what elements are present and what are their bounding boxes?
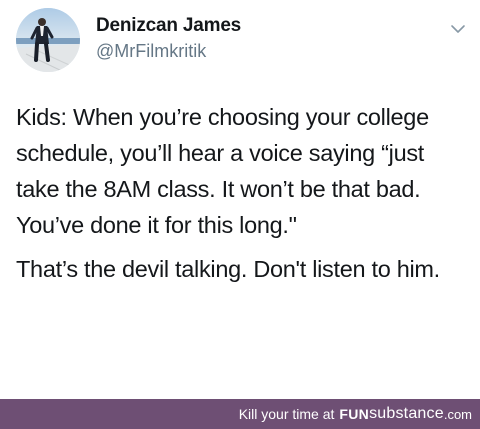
tweet-paragraph: Kids: When you’re choosing your college … <box>16 104 429 238</box>
watermark-brand-sub: substance <box>369 405 444 422</box>
tweet-text: Kids: When you’re choosing your college … <box>16 99 472 287</box>
watermark-brand-com: .com <box>443 406 472 422</box>
display-name[interactable]: Denizcan James <box>96 14 241 38</box>
tweet-paragraph: That’s the devil talking. Don't listen t… <box>16 256 440 282</box>
user-info[interactable]: Denizcan James @MrFilmkritik <box>96 14 241 63</box>
watermark-brand-fun: FUN <box>339 406 370 422</box>
chevron-down-icon[interactable] <box>450 22 466 34</box>
user-handle[interactable]: @MrFilmkritik <box>96 39 241 63</box>
tweet-card: Denizcan James @MrFilmkritik Kids: When … <box>0 0 480 399</box>
profile-photo <box>16 8 80 72</box>
watermark-prefix: Kill your time at <box>238 406 335 422</box>
avatar[interactable] <box>16 8 80 72</box>
watermark-bar: Kill your time at FUN substance .com <box>0 399 480 429</box>
